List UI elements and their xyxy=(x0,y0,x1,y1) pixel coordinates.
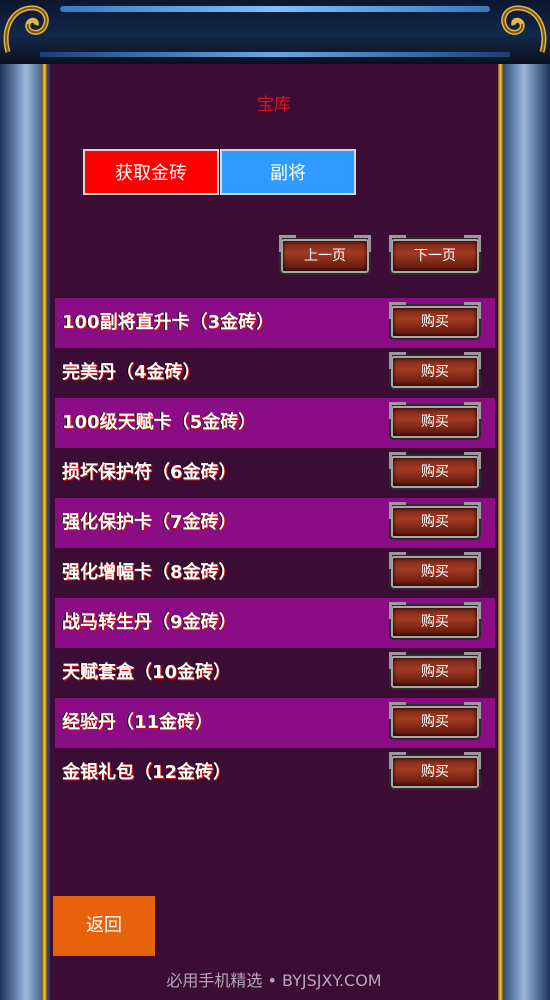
list-item: 天赋套盒（10金砖） 购买 xyxy=(55,648,495,698)
buy-label: 购买 xyxy=(421,414,449,430)
buy-button[interactable]: 购买 xyxy=(389,402,481,438)
gold-border-right xyxy=(498,64,503,1000)
buy-button[interactable]: 购买 xyxy=(389,302,481,338)
next-page-label: 下一页 xyxy=(414,248,456,264)
watermark: 必用手机精选 • BYJSJXY.COM xyxy=(166,971,382,990)
buy-label: 购买 xyxy=(421,614,449,630)
list-item: 100级天赋卡（5金砖） 购买 xyxy=(55,398,495,448)
list-item: 损坏保护符（6金砖） 购买 xyxy=(55,448,495,498)
buy-label: 购买 xyxy=(421,464,449,480)
buy-label: 购买 xyxy=(421,564,449,580)
button-wing-left xyxy=(279,235,296,252)
right-pillar xyxy=(498,64,550,1000)
item-name: 强化增幅卡（8金砖） xyxy=(62,562,237,583)
back-button[interactable]: 返回 xyxy=(53,896,155,956)
scroll-ornament-icon xyxy=(3,5,49,53)
top-frame xyxy=(0,0,550,67)
item-name: 天赋套盒（10金砖） xyxy=(62,662,232,683)
prev-page-label: 上一页 xyxy=(304,248,346,264)
item-name: 损坏保护符（6金砖） xyxy=(62,462,237,483)
next-page-button[interactable]: 下一页 xyxy=(389,235,481,273)
page-title: 宝库 xyxy=(257,95,291,115)
list-item: 经验丹（11金砖） 购买 xyxy=(55,698,495,748)
list-item: 完美丹（4金砖） 购买 xyxy=(55,348,495,398)
item-name: 强化保护卡（7金砖） xyxy=(62,512,237,533)
button-wing-right xyxy=(354,235,371,252)
item-name: 经验丹（11金砖） xyxy=(62,712,214,733)
item-name: 完美丹（4金砖） xyxy=(62,362,201,383)
buy-button[interactable]: 购买 xyxy=(389,652,481,688)
buy-button[interactable]: 购买 xyxy=(389,552,481,588)
buy-label: 购买 xyxy=(421,314,449,330)
list-item: 金银礼包（12金砖） 购买 xyxy=(55,748,495,798)
prev-page-button[interactable]: 上一页 xyxy=(279,235,371,273)
buy-label: 购买 xyxy=(421,764,449,780)
tab-get-gold-bricks[interactable]: 获取金砖 xyxy=(83,149,219,195)
scroll-ornament-icon xyxy=(501,5,547,53)
treasury-panel: 宝库 获取金砖 副将 上一页 下一页 100副将直升卡（3金砖） 购买 完美丹（… xyxy=(50,64,498,1000)
top-frame-band-lower xyxy=(40,52,510,57)
buy-button[interactable]: 购买 xyxy=(389,702,481,738)
buy-button[interactable]: 购买 xyxy=(389,502,481,538)
item-name: 100级天赋卡（5金砖） xyxy=(62,412,257,433)
top-frame-band xyxy=(60,6,490,12)
buy-label: 购买 xyxy=(421,664,449,680)
buy-button[interactable]: 购买 xyxy=(389,602,481,638)
buy-label: 购买 xyxy=(421,514,449,530)
item-name: 金银礼包（12金砖） xyxy=(62,762,232,783)
list-item: 强化增幅卡（8金砖） 购买 xyxy=(55,548,495,598)
list-item: 强化保护卡（7金砖） 购买 xyxy=(55,498,495,548)
list-item: 100副将直升卡（3金砖） 购买 xyxy=(55,298,495,348)
buy-label: 购买 xyxy=(421,364,449,380)
button-wing-left xyxy=(389,235,406,252)
list-item: 战马转生丹（9金砖） 购买 xyxy=(55,598,495,648)
buy-button[interactable]: 购买 xyxy=(389,452,481,488)
item-name: 战马转生丹（9金砖） xyxy=(62,612,237,633)
buy-button[interactable]: 购买 xyxy=(389,752,481,788)
gold-border-left xyxy=(42,64,47,1000)
buy-label: 购买 xyxy=(421,714,449,730)
buy-button[interactable]: 购买 xyxy=(389,352,481,388)
tab-deputy[interactable]: 副将 xyxy=(220,149,356,195)
button-wing-right xyxy=(464,235,481,252)
item-name: 100副将直升卡（3金砖） xyxy=(62,312,275,333)
